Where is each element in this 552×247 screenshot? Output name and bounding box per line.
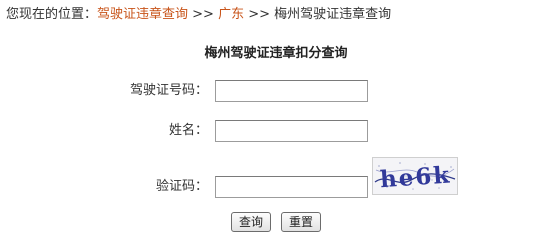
captcha-input[interactable] xyxy=(215,176,368,198)
query-button[interactable]: 查询 xyxy=(231,212,271,232)
breadcrumb-current: 梅州驾驶证违章查询 xyxy=(274,7,392,22)
page-title: 梅州驾驶证违章扣分查询 xyxy=(204,46,348,61)
breadcrumb-separator: >> xyxy=(244,7,275,22)
captcha-graphic: he6k xyxy=(373,158,457,194)
breadcrumb-link-guangdong[interactable]: 广东 xyxy=(218,7,244,22)
breadcrumb-prefix: 您现在的位置： xyxy=(6,7,98,22)
captcha-text: he6k xyxy=(379,161,452,193)
license-number-input[interactable] xyxy=(215,80,368,102)
name-input[interactable] xyxy=(215,120,368,142)
breadcrumb: 您现在的位置：驾驶证违章查询 >> 广东 >> 梅州驾驶证违章查询 xyxy=(6,6,391,24)
breadcrumb-separator: >> xyxy=(188,7,219,22)
captcha-image[interactable]: he6k xyxy=(372,157,458,195)
reset-button[interactable]: 重置 xyxy=(281,212,321,232)
breadcrumb-link-license-query[interactable]: 驾驶证违章查询 xyxy=(97,7,188,22)
license-number-label: 驾驶证号码： xyxy=(129,83,208,98)
name-label: 姓名： xyxy=(168,123,208,138)
captcha-label: 验证码： xyxy=(155,179,208,194)
